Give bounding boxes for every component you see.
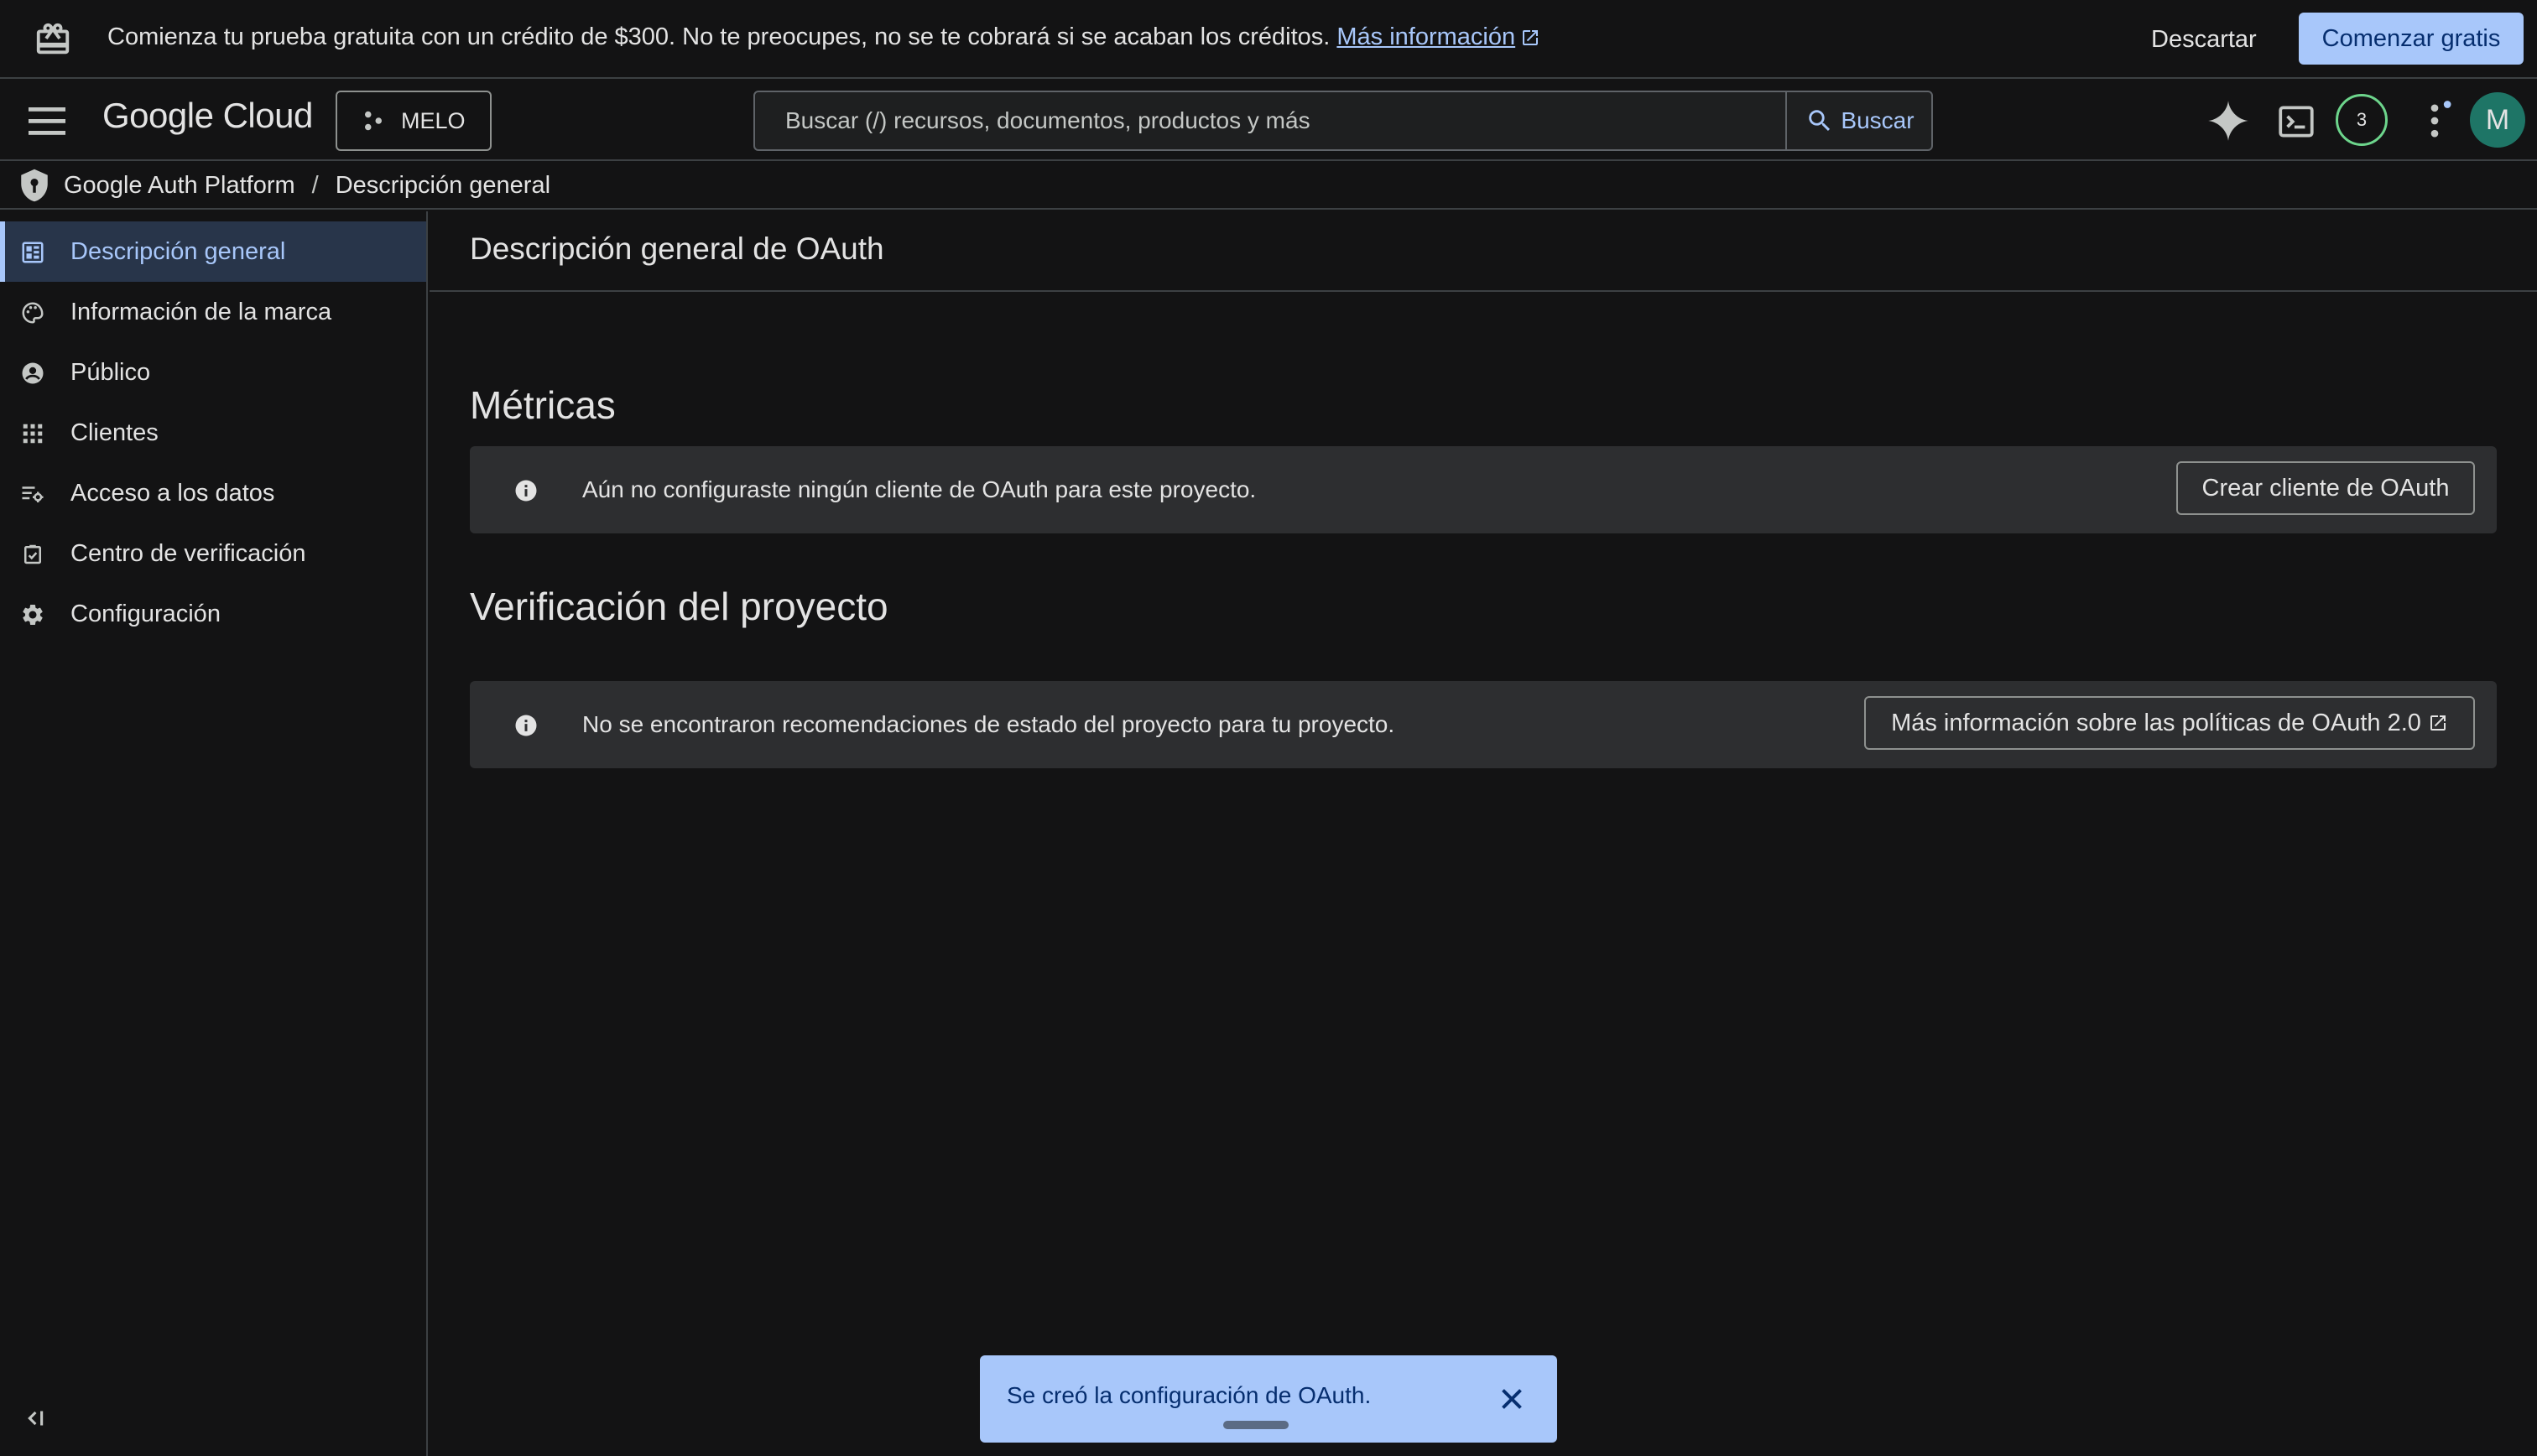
sidebar: Descripción general Información de la ma…: [0, 211, 428, 1456]
promo-text: Comienza tu prueba gratuita con un crédi…: [107, 23, 1331, 50]
create-oauth-client-button[interactable]: Crear cliente de OAuth: [2176, 461, 2475, 515]
search-icon: [1805, 107, 1834, 135]
sidebar-item-verification-center[interactable]: Centro de verificación: [0, 523, 426, 584]
breadcrumb-current: Descripción general: [335, 171, 551, 199]
more-vert-icon[interactable]: [2413, 99, 2456, 143]
search-button[interactable]: Buscar: [1785, 92, 1933, 149]
project-icon: [361, 108, 386, 133]
avatar[interactable]: M: [2470, 92, 2525, 148]
page-header: Descripción general de OAuth: [430, 211, 2537, 292]
more-info-label: Más información: [1336, 23, 1516, 50]
page-title: Descripción general de OAuth: [470, 231, 884, 266]
sidebar-item-label: Información de la marca: [70, 298, 332, 325]
breadcrumb: Google Auth Platform / Descripción gener…: [0, 163, 2537, 210]
info-icon: [513, 478, 539, 503]
sidebar-item-data-access[interactable]: Acceso a los datos: [0, 463, 426, 523]
shield-icon: [17, 168, 52, 203]
sidebar-item-label: Descripción general: [70, 237, 286, 265]
more-info-link[interactable]: Más información: [1336, 23, 1540, 50]
hamburger-menu-icon[interactable]: [25, 102, 69, 139]
snackbar: Se creó la configuración de OAuth.: [980, 1355, 1557, 1443]
metrics-alert-text: Aún no configuraste ningún cliente de OA…: [582, 476, 1257, 502]
sidebar-item-label: Clientes: [70, 419, 159, 446]
verification-alert-text: No se encontraron recomendaciones de est…: [582, 711, 1395, 737]
gemini-sparkle-icon[interactable]: [2206, 99, 2250, 143]
notifications-badge[interactable]: 3: [2336, 94, 2388, 146]
gift-icon: [34, 20, 72, 59]
search-input[interactable]: [755, 92, 1785, 149]
dashboard-icon: [20, 240, 45, 265]
project-name: MELO: [401, 107, 466, 133]
external-link-icon: [2428, 713, 2448, 733]
project-picker[interactable]: MELO: [336, 91, 492, 151]
palette-icon: [20, 300, 45, 325]
oauth-policies-label: Más información sobre las políticas de O…: [1891, 709, 2421, 736]
google-cloud-logo[interactable]: Google Cloud: [102, 96, 313, 136]
close-icon[interactable]: [1497, 1384, 1527, 1414]
metrics-title: Métricas: [470, 383, 616, 427]
sidebar-item-branding[interactable]: Información de la marca: [0, 282, 426, 342]
metrics-alert: Aún no configuraste ningún cliente de OA…: [470, 446, 2497, 533]
collapse-sidebar-icon[interactable]: [20, 1404, 49, 1433]
sidebar-item-overview[interactable]: Descripción general: [0, 221, 426, 282]
breadcrumb-platform[interactable]: Google Auth Platform: [64, 172, 295, 200]
sidebar-item-label: Acceso a los datos: [70, 479, 275, 507]
sidebar-item-label: Público: [70, 358, 151, 386]
sidebar-item-label: Centro de verificación: [70, 539, 306, 567]
promo-message: Comienza tu prueba gratuita con un crédi…: [107, 23, 1540, 51]
gear-icon: [20, 602, 45, 627]
oauth-policies-link-button[interactable]: Más información sobre las políticas de O…: [1864, 696, 2475, 750]
dismiss-button[interactable]: Descartar: [2134, 15, 2274, 64]
sidebar-item-label: Configuración: [70, 600, 221, 627]
sidebar-item-audience[interactable]: Público: [0, 342, 426, 403]
verification-title: Verificación del proyecto: [470, 585, 888, 628]
account-circle-icon: [20, 361, 45, 386]
sidebar-item-settings[interactable]: Configuración: [0, 584, 426, 644]
verification-alert: No se encontraron recomendaciones de est…: [470, 681, 2497, 768]
snackbar-message: Se creó la configuración de OAuth.: [1007, 1382, 1372, 1408]
apps-grid-icon: [20, 421, 45, 446]
breadcrumb-separator: /: [311, 171, 319, 199]
search-button-label: Buscar: [1841, 107, 1914, 133]
promo-banner: Comienza tu prueba gratuita con un crédi…: [0, 0, 2537, 79]
sidebar-item-clients[interactable]: Clientes: [0, 403, 426, 463]
verification-icon: [20, 542, 45, 567]
info-icon: [513, 713, 539, 738]
cloud-shell-terminal-icon[interactable]: [2275, 101, 2317, 143]
start-free-button[interactable]: Comenzar gratis: [2299, 13, 2524, 65]
snackbar-handle[interactable]: [1223, 1421, 1289, 1429]
search-bar: Buscar: [753, 91, 1933, 151]
top-app-bar: Google Cloud MELO Buscar 3 M: [0, 81, 2537, 161]
external-link-icon: [1520, 28, 1540, 48]
data-access-icon: [20, 481, 45, 507]
